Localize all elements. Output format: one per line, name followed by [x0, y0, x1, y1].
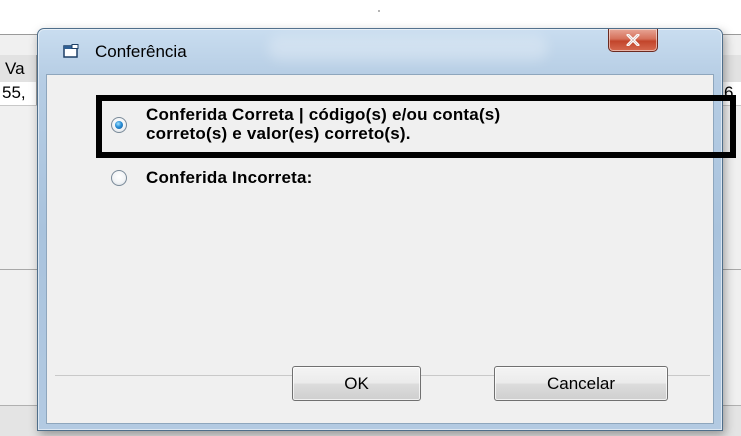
ok-button[interactable]: OK	[292, 366, 421, 401]
dialog-title-bar[interactable]: Conferência	[38, 29, 722, 73]
window-app-icon	[63, 44, 79, 58]
option-correta-label-line1[interactable]: Conferida Correta | código(s) e/ou conta…	[146, 105, 500, 124]
radio-selected-dot	[115, 121, 123, 129]
cancel-button[interactable]: Cancelar	[494, 366, 668, 401]
radio-conferida-correta[interactable]	[111, 117, 127, 133]
option-correta-label-line2[interactable]: correto(s) e valor(es) correto(s).	[146, 124, 411, 143]
radio-conferida-incorreta[interactable]	[111, 170, 127, 186]
option-incorreta-label[interactable]: Conferida Incorreta:	[146, 168, 312, 187]
background-row-text: 55,	[2, 83, 26, 102]
background-dot	[378, 10, 380, 12]
close-icon	[626, 34, 640, 46]
background-header-text: Va	[5, 59, 25, 78]
dialog-title: Conferência	[95, 42, 187, 61]
title-glow	[268, 35, 548, 61]
close-button[interactable]	[608, 29, 658, 52]
screen: Va 55, 6 Conferência Conferida Correta |…	[0, 0, 741, 436]
